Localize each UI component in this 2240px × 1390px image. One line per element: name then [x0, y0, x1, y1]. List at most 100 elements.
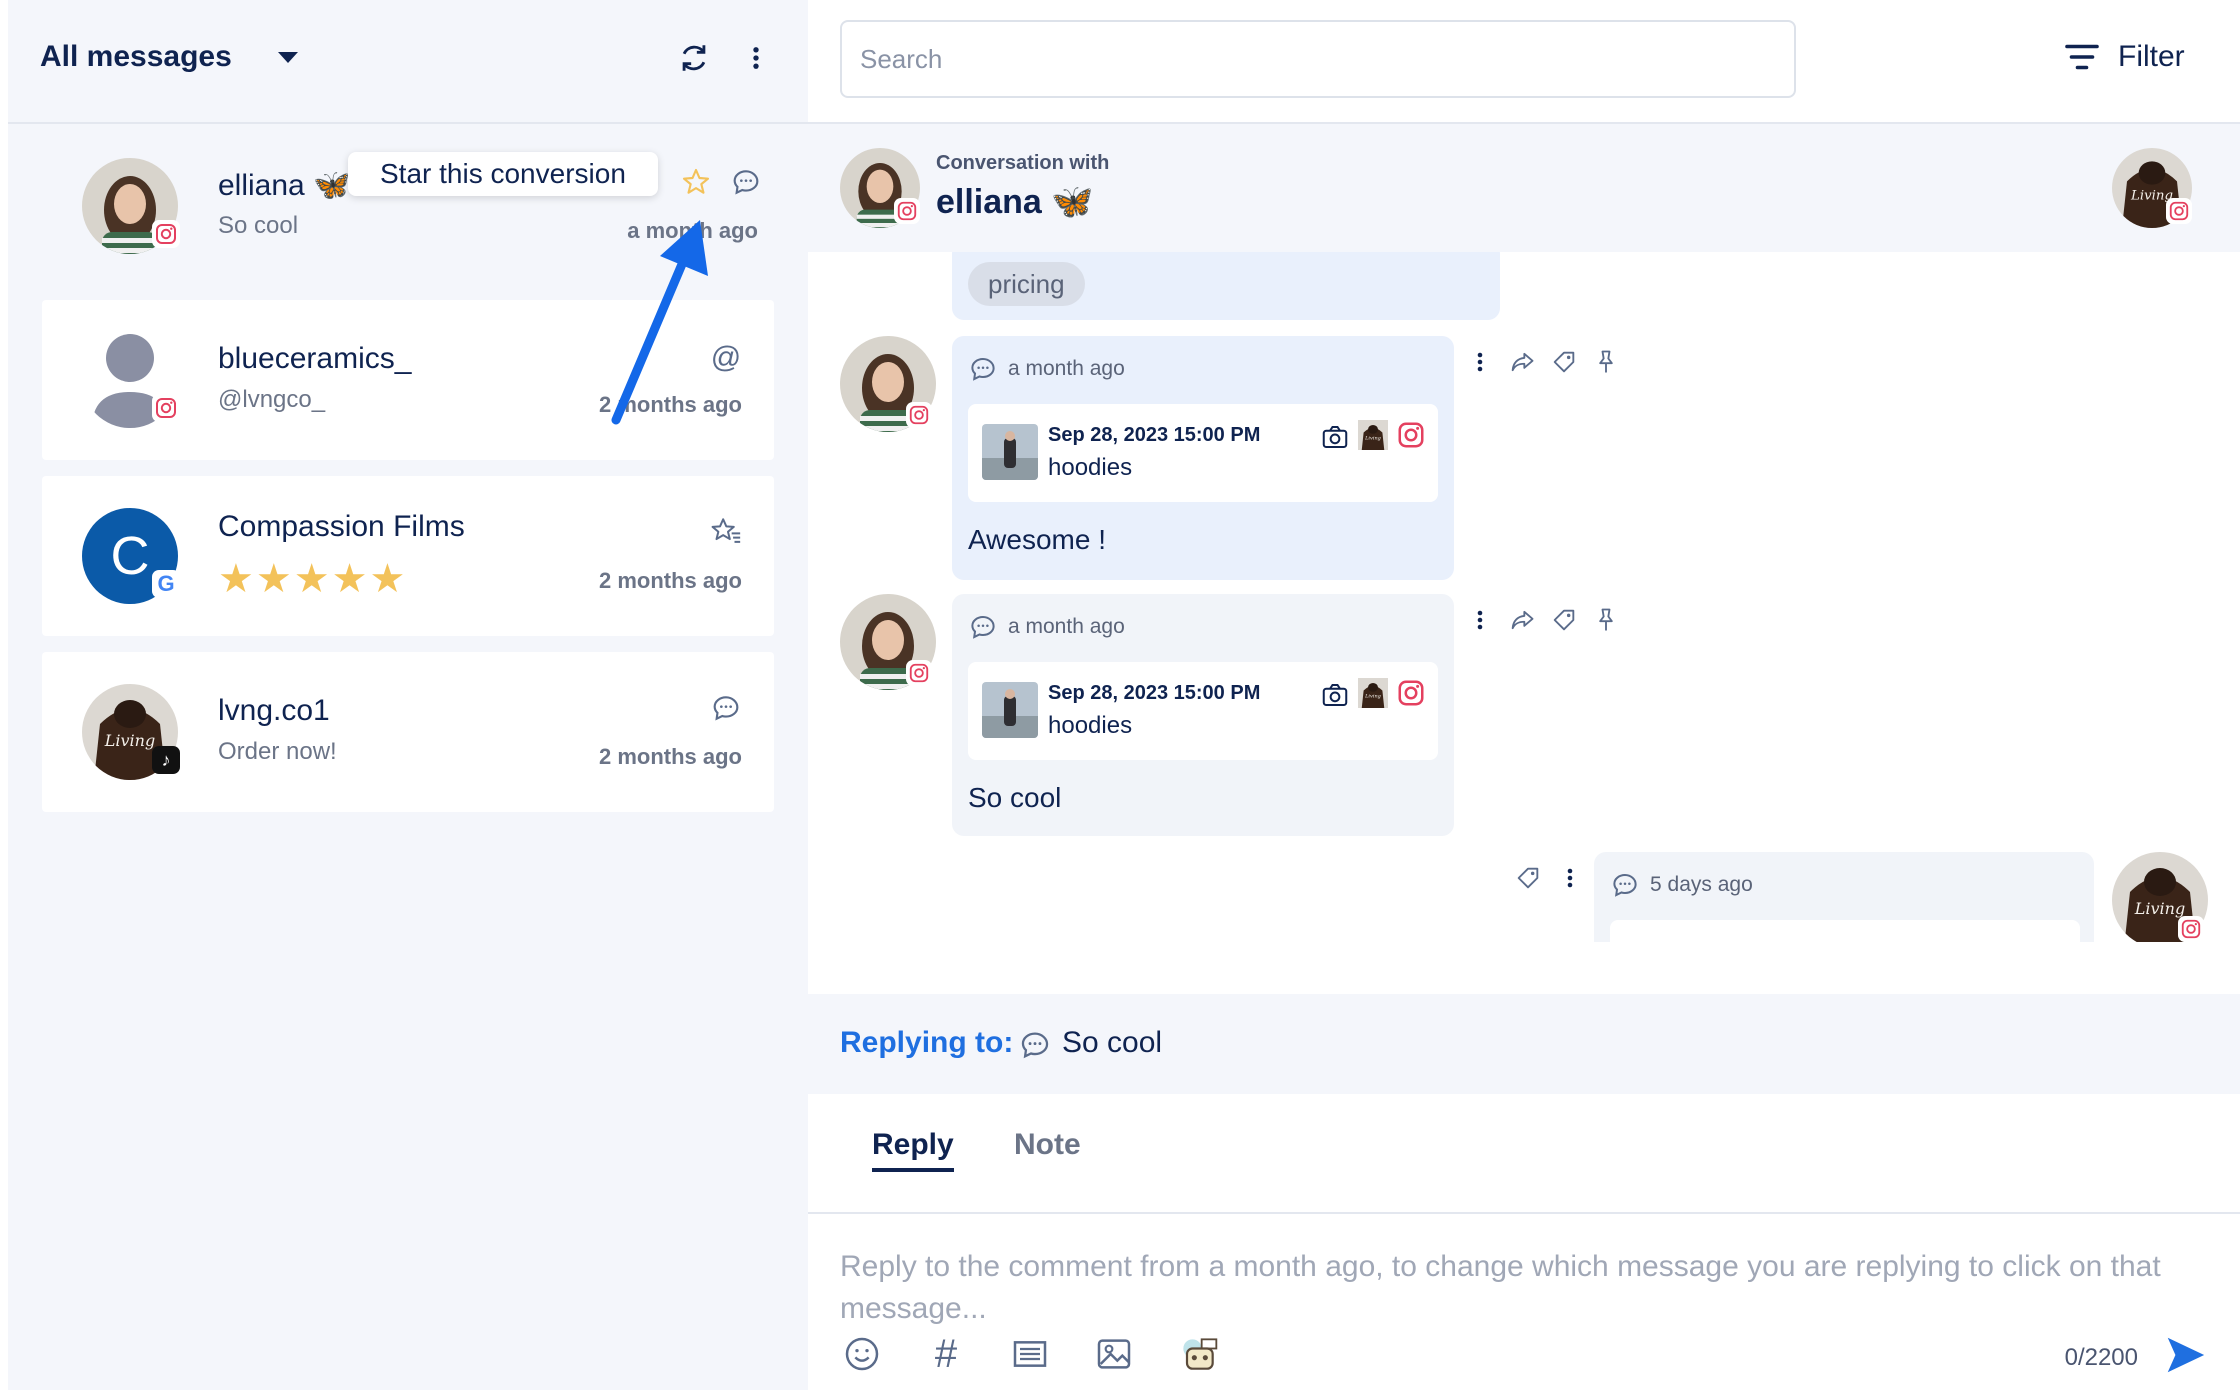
conversation-item[interactable]: C G Compassion Films ★★★★★ 2 months ago: [42, 476, 774, 636]
comment-icon: [1018, 1028, 1052, 1062]
filter-button[interactable]: Filter: [2064, 40, 2185, 74]
instagram-icon: [906, 402, 932, 428]
message-text: So cool: [968, 782, 1062, 813]
more-options-icon[interactable]: [738, 38, 774, 78]
rating-stars: ★★★★★: [218, 557, 408, 601]
folder-title[interactable]: All messages: [40, 40, 232, 74]
account-thumb: [1358, 420, 1388, 450]
ai-assistant-icon[interactable]: [1176, 1332, 1220, 1376]
reply-textarea[interactable]: Reply to the comment from a month ago, t…: [840, 1246, 2220, 1330]
chevron-down-icon[interactable]: [278, 52, 298, 63]
contact-name: lvng.co1: [218, 694, 330, 727]
post-title: hoodies: [1048, 454, 1133, 481]
message-time: a month ago: [1008, 615, 1125, 638]
replying-text: So cool: [1062, 1026, 1163, 1059]
message-time: 2 months ago: [598, 568, 742, 593]
list-header: All messages: [8, 0, 808, 122]
camera-icon: [1320, 422, 1350, 452]
app-window: All messages elliana 🦋 So cool a month a…: [0, 0, 2240, 1390]
instagram-icon: [2166, 198, 2192, 224]
post-card[interactable]: [1610, 920, 2080, 942]
message-bubble[interactable]: a month ago Sep 28, 2023 15:00 PM hoodie…: [952, 336, 1454, 580]
comment-icon: [708, 690, 744, 726]
pin-icon[interactable]: [1592, 606, 1620, 634]
message-actions: [1466, 606, 1620, 634]
message-time: 2 months ago: [598, 744, 742, 769]
replying-to-bar: Replying to: So cool: [808, 994, 2240, 1094]
tag-icon[interactable]: [1550, 348, 1578, 376]
search-input[interactable]: Search: [840, 20, 1796, 98]
send-icon[interactable]: [2160, 1330, 2210, 1380]
post-date: Sep 28, 2023 15:00 PM: [1048, 682, 1261, 704]
message-actions: [1466, 348, 1620, 376]
refresh-icon[interactable]: [676, 38, 712, 78]
post-card[interactable]: Sep 28, 2023 15:00 PM hoodies: [968, 662, 1438, 760]
message-meta: a month ago: [968, 612, 1125, 642]
post-card[interactable]: Sep 28, 2023 15:00 PM hoodies: [968, 404, 1438, 502]
window-edge: [0, 0, 8, 1390]
tag-icon[interactable]: [1550, 606, 1578, 634]
share-icon[interactable]: [1508, 348, 1536, 376]
pin-icon[interactable]: [1592, 348, 1620, 376]
comment-icon: [728, 164, 764, 200]
composer-toolbar: #: [840, 1332, 1220, 1376]
message-time: 5 days ago: [1650, 873, 1753, 896]
hashtag-icon[interactable]: #: [924, 1332, 968, 1376]
filter-label: Filter: [2118, 40, 2185, 73]
post-thumbnail: [982, 682, 1038, 738]
composer-tabs: Reply Note: [808, 1094, 2240, 1212]
message-time: a month ago: [1008, 357, 1125, 380]
more-options-icon[interactable]: [1556, 864, 1584, 892]
message-meta: a month ago: [968, 354, 1125, 384]
character-counter: 0/2200: [2064, 1344, 2138, 1371]
message-bubble[interactable]: a month ago Sep 28, 2023 15:00 PM hoodie…: [952, 594, 1454, 836]
image-icon[interactable]: [1092, 1332, 1136, 1376]
instagram-icon: [152, 394, 180, 422]
conversation-label: Conversation with: [936, 152, 1110, 174]
conversation-contact-name: elliana 🦋: [936, 183, 1094, 221]
tag-pill[interactable]: pricing: [968, 262, 1085, 306]
avatar-letter: C: [110, 526, 150, 586]
more-options-icon[interactable]: [1466, 606, 1494, 634]
contact-name: elliana 🦋: [218, 169, 351, 202]
message-thread: pricing a month ago Sep 28, 2023 15:00 P…: [808, 252, 2240, 942]
tab-note[interactable]: Note: [1014, 1128, 1081, 1162]
divider: [8, 122, 808, 124]
message-bubble[interactable]: pricing: [952, 252, 1500, 320]
camera-icon: [1320, 680, 1350, 710]
instagram-icon: [1396, 420, 1426, 450]
outgoing-message-bubble[interactable]: 5 days ago: [1594, 852, 2094, 942]
tiktok-icon: ♪: [152, 746, 180, 774]
comment-icon: [1610, 870, 1640, 900]
message-preview: So cool: [218, 212, 299, 239]
message-preview: Order now!: [218, 738, 337, 765]
message-meta: 5 days ago: [1610, 870, 1753, 900]
replying-label: Replying to:: [840, 1026, 1014, 1059]
comment-icon: [968, 354, 998, 384]
conversation-list-panel: All messages elliana 🦋 So cool a month a…: [8, 0, 808, 1390]
post-date: Sep 28, 2023 15:00 PM: [1048, 424, 1261, 446]
google-icon: G: [152, 570, 180, 598]
star-tooltip: Star this conversion: [348, 152, 658, 196]
tab-reply[interactable]: Reply: [872, 1128, 954, 1172]
post-title: hoodies: [1048, 712, 1133, 739]
reply-composer[interactable]: Reply to the comment from a month ago, t…: [808, 1212, 2240, 1390]
account-thumb: [1358, 678, 1388, 708]
more-options-icon[interactable]: [1466, 348, 1494, 376]
filter-icon: [2065, 44, 2099, 70]
emoji-icon[interactable]: [840, 1332, 884, 1376]
instagram-icon: [152, 220, 180, 248]
instagram-icon: [2178, 916, 2204, 942]
instagram-icon: [894, 198, 920, 224]
saved-replies-icon[interactable]: [1008, 1332, 1052, 1376]
post-thumbnail: [982, 424, 1038, 480]
contact-name: Compassion Films: [218, 510, 465, 543]
message-actions: [1514, 864, 1584, 892]
tag-icon[interactable]: [1514, 864, 1542, 892]
share-icon[interactable]: [1508, 606, 1536, 634]
comment-icon: [968, 612, 998, 642]
conversation-item[interactable]: ♪ lvng.co1 Order now! 2 months ago: [42, 652, 774, 812]
contact-name: blueceramics_: [218, 342, 412, 375]
star-icon[interactable]: [678, 164, 714, 200]
message-preview: @lvngco_: [218, 386, 326, 413]
